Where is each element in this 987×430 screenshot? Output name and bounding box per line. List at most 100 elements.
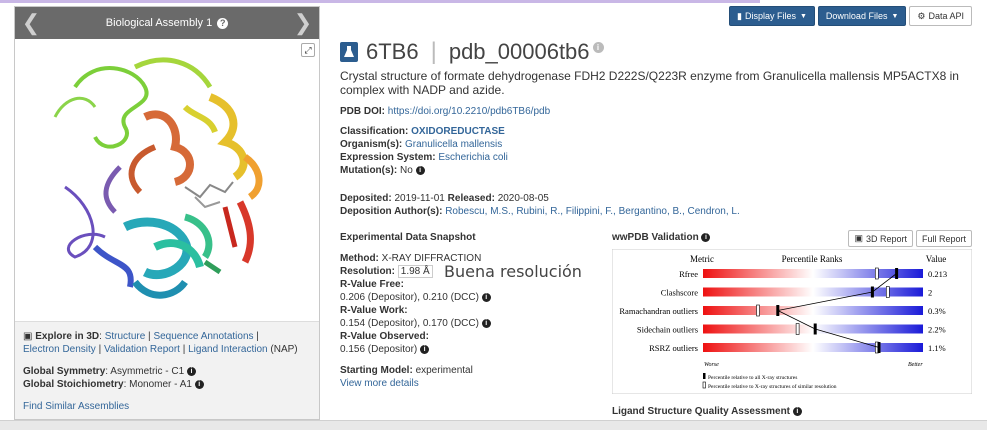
structure-image[interactable]: ⤢ <box>15 39 319 321</box>
header-ranks: Percentile Ranks <box>782 254 843 264</box>
validation-slider-chart[interactable]: Metric Percentile Ranks Value Rfree 0.213… <box>612 249 972 394</box>
symmetry-value: Asymmetric - C1 <box>110 366 185 377</box>
legend-all-marker <box>703 373 706 379</box>
model-value: experimental <box>415 365 473 376</box>
info-icon[interactable]: i <box>701 232 711 242</box>
info-icon[interactable]: i <box>592 41 604 53</box>
cube-icon: ▣ <box>854 233 863 243</box>
expand-icon[interactable]: ⤢ <box>301 43 315 57</box>
validation-buttons: ▣ 3D Report Full Report <box>848 230 972 247</box>
header-metric: Metric <box>690 254 714 264</box>
deposited-label: Deposited: <box>340 193 392 204</box>
next-assembly-icon[interactable]: ❯ <box>293 10 313 36</box>
view-more-details-link[interactable]: View more details <box>340 378 419 389</box>
classification-label: Classification: <box>340 126 409 137</box>
help-icon[interactable]: ? <box>217 17 229 29</box>
snapshot-heading: Experimental Data Snapshot <box>340 232 476 243</box>
ligand-code: (NAP) <box>270 344 298 355</box>
assembly-header: ❮ Biological Assembly 1 ? ❯ <box>15 7 319 39</box>
3d-report-button[interactable]: ▣ 3D Report <box>848 230 913 247</box>
info-icon[interactable]: i <box>186 366 196 376</box>
symmetry-label: Global Symmetry <box>23 366 106 377</box>
rwork-value: 0.154 (Depositor), 0.170 (DCC) <box>340 318 479 329</box>
robs-label: R-Value Observed: <box>340 331 429 342</box>
protein-ribbon-image <box>53 57 263 299</box>
metric-percentile-bar <box>703 306 923 315</box>
mutation-label: Mutation(s): <box>340 165 398 176</box>
link-structure[interactable]: Structure <box>105 331 146 342</box>
data-api-button[interactable]: ⚙ Data API <box>909 6 972 26</box>
header-value: Value <box>926 254 947 264</box>
legend-similar-marker <box>702 381 706 389</box>
validation-title-text: wwPDB Validation <box>612 232 699 243</box>
validation-title: wwPDB Validation i <box>612 232 711 243</box>
metric-name: RSRZ outliers <box>649 343 698 353</box>
ligand-quality-text: Ligand Structure Quality Assessment <box>612 406 791 417</box>
pdb-id: pdb_00006tb6 <box>448 39 590 64</box>
flask-icon <box>340 42 358 62</box>
info-icon[interactable]: i <box>420 344 430 354</box>
classification-link[interactable]: OXIDOREDUCTASE <box>411 126 505 137</box>
metric-percentile-bar <box>703 269 923 278</box>
robs-value: 0.156 (Depositor) <box>340 344 418 355</box>
similar-resolution-marker <box>795 323 800 335</box>
rwork-label: R-Value Work: <box>340 305 408 316</box>
assembly-title: Biological Assembly 1 <box>105 17 213 29</box>
legend-all: Percentile relative to all X-ray structu… <box>708 375 797 381</box>
similar-resolution-marker <box>874 267 879 280</box>
legend-similar: Percentile relative to X-ray structures … <box>708 383 837 390</box>
authors-label: Deposition Author(s): <box>340 206 443 217</box>
download-files-button[interactable]: Download Files ▼ <box>817 6 907 26</box>
deposited-value: 2019-11-01 <box>394 193 445 204</box>
doi-label: PDB DOI: <box>340 106 385 117</box>
3d-report-label: 3D Report <box>865 233 907 244</box>
gear-icon: ⚙ <box>917 10 926 21</box>
metric-value: 0.213 <box>928 269 947 279</box>
similar-resolution-marker <box>885 286 890 298</box>
display-files-label: Display Files <box>744 11 796 21</box>
full-report-button[interactable]: Full Report <box>915 230 972 247</box>
metric-name: Clashscore <box>661 288 699 298</box>
info-icon[interactable]: i <box>481 292 491 302</box>
info-icon[interactable]: i <box>194 379 204 389</box>
stoichiometry-label: Global Stoichiometry <box>23 379 124 390</box>
metric-name: Ramachandran outliers <box>619 306 698 316</box>
toolbar: ▮ Display Files ▼ Download Files ▼ ⚙ Dat… <box>729 6 972 26</box>
stoichiometry-value: Monomer - A1 <box>129 379 192 390</box>
metric-percentile-bar <box>703 324 923 334</box>
metric-value: 2.2% <box>928 325 946 335</box>
info-icon[interactable]: i <box>415 165 425 175</box>
assembly-panel: ❮ Biological Assembly 1 ? ❯ ⤢ ▣ Explore … <box>14 6 320 420</box>
authors-link[interactable]: Robescu, M.S., Rubini, R., Filippini, F.… <box>445 206 740 217</box>
find-similar-link[interactable]: Find Similar Assemblies <box>23 401 129 412</box>
link-ligand-interaction[interactable]: Ligand Interaction <box>188 344 268 355</box>
better-label: Better <box>908 362 923 368</box>
link-validation-report[interactable]: Validation Report <box>104 344 180 355</box>
previous-assembly-icon[interactable]: ❮ <box>21 10 41 36</box>
metric-name: Sidechain outliers <box>637 325 698 335</box>
mutation-value: No <box>400 165 413 176</box>
link-electron-density[interactable]: Electron Density <box>23 344 96 355</box>
entry-id: 6TB6 <box>366 39 419 64</box>
organism-link[interactable]: Granulicella mallensis <box>405 139 502 150</box>
doi-row: PDB DOI: https://doi.org/10.2210/pdb6TB6… <box>340 105 550 118</box>
display-files-button[interactable]: ▮ Display Files ▼ <box>729 6 815 26</box>
resolution-value: 1.98 Å <box>397 265 433 278</box>
page-title: 6TB6 | pdb_00006tb6 i <box>340 38 604 66</box>
deposition-block: Deposited: 2019-11-01 Released: 2020-08-… <box>340 192 740 218</box>
doi-link[interactable]: https://doi.org/10.2210/pdb6TB6/pdb <box>388 106 550 117</box>
metric-value: 1.1% <box>928 343 946 353</box>
data-api-label: Data API <box>928 11 964 21</box>
organism-label: Organism(s): <box>340 139 403 150</box>
ligand-quality-title: Ligand Structure Quality Assessment i <box>612 406 802 417</box>
handwritten-annotation: Buena resolución <box>444 262 582 281</box>
cube-icon: ▣ <box>23 331 33 342</box>
model-label: Starting Model: <box>340 365 413 376</box>
link-sequence-annotations[interactable]: Sequence Annotations <box>153 331 253 342</box>
worse-label: Worse <box>704 362 719 368</box>
expression-link[interactable]: Escherichia coli <box>438 152 507 163</box>
assembly-info: ▣ Explore in 3D: Structure | Sequence An… <box>15 321 319 419</box>
info-icon[interactable]: i <box>792 406 802 416</box>
info-icon[interactable]: i <box>481 318 491 328</box>
file-icon: ▮ <box>737 10 742 21</box>
